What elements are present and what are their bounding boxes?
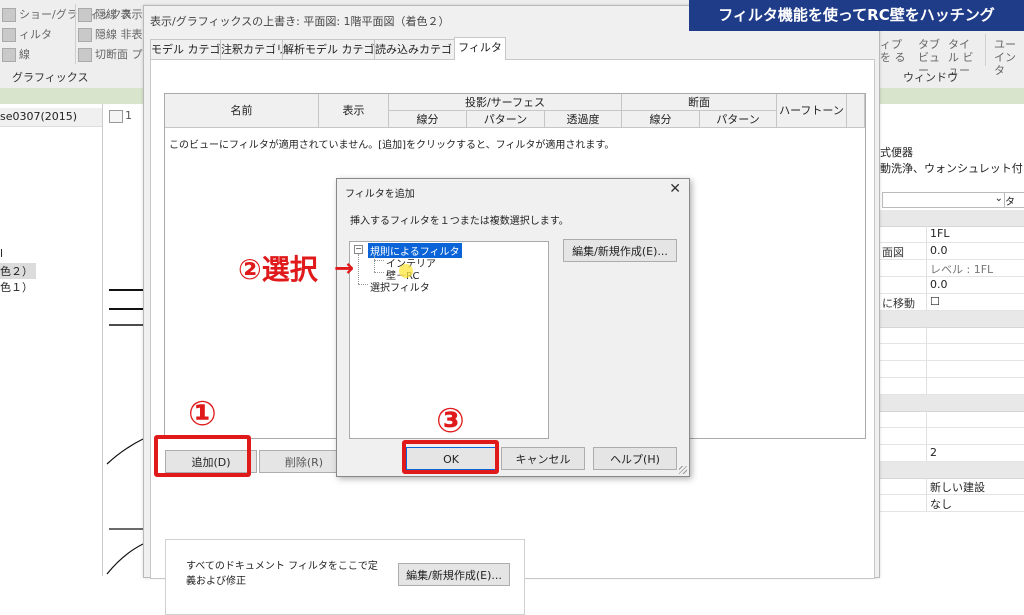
ribbon-item-show-hidden[interactable]: 隠線 表示 (78, 6, 143, 22)
column-visibility[interactable]: 表示 (319, 94, 389, 128)
property-row[interactable]: 1FL (878, 226, 1024, 243)
property-category[interactable] (878, 311, 1024, 328)
tab-model-categories[interactable]: モデル カテゴリ (150, 39, 232, 59)
empty-grid-message: このビューにフィルタが適用されていません。[追加]をクリックすると、フィルタが適… (169, 140, 615, 151)
browser-row[interactable]: l (0, 247, 3, 260)
column-transparency[interactable]: 透過度 (545, 111, 622, 128)
resize-grip-icon[interactable] (679, 466, 687, 474)
browser-row[interactable]: 色１） (0, 279, 33, 295)
project-browser: se0307(2015) l 色２） 色１） (0, 104, 103, 576)
tree-item-selection-filters[interactable]: 選択フィルタ (370, 279, 430, 294)
tab-annotation-categories[interactable]: 注釈カテゴリ (220, 39, 287, 59)
ribbon-group-window: ウィンドウ (903, 71, 958, 84)
ribbon-item-switch-window[interactable]: ィプを る (880, 38, 910, 64)
checkbox[interactable]: ☐ (930, 295, 940, 308)
ribbon-item-remove-hidden[interactable]: 隠線 非表 (78, 26, 143, 42)
arrow-right-icon: → (334, 254, 355, 282)
tree-connector (374, 260, 384, 261)
collapse-icon[interactable]: − (354, 245, 363, 254)
property-row[interactable]: 2 (878, 445, 1024, 462)
cut-profile-icon (78, 48, 92, 62)
ribbon-separator (75, 4, 76, 64)
ribbon-separator (985, 34, 986, 66)
edit-type-button[interactable]: タ (1004, 192, 1024, 208)
step-3-label: ③ (436, 401, 465, 441)
property-category[interactable] (878, 395, 1024, 412)
close-icon[interactable]: ✕ (669, 181, 681, 197)
document-filters-box: すべてのドキュメント フィルタをここで定義および修正 編集/新規作成(E)... (165, 539, 525, 615)
property-row[interactable] (878, 361, 1024, 378)
line-icon (2, 48, 16, 62)
tree-connector (358, 254, 359, 284)
property-category[interactable] (878, 210, 1024, 227)
add-filter-prompt: 挿入するフィルタを１つまたは複数選択します。 (350, 216, 569, 227)
tree-connector (374, 272, 384, 273)
column-name[interactable]: 名前 (165, 94, 319, 128)
column-projection-patterns[interactable]: パターン (467, 111, 545, 128)
ribbon-item-cut-profile[interactable]: 切断面 プ (78, 46, 143, 62)
document-filters-text: すべてのドキュメント フィルタをここで定義および修正 (186, 561, 378, 587)
show-hidden-lines-icon (78, 8, 92, 22)
tutorial-banner: フィルタ機能を使ってRC壁をハッチング (689, 0, 1024, 31)
type-selector[interactable]: ⌄ (882, 192, 1024, 208)
column-projection-lines[interactable]: 線分 (389, 111, 467, 128)
ribbon-group-graphics: グラフィックス (12, 71, 89, 84)
column-cut-patterns[interactable]: パターン (700, 111, 777, 128)
project-browser-header: se0307(2015) (0, 108, 102, 127)
tab-filters[interactable]: フィルタ (454, 37, 506, 60)
step-1-label: ① (188, 394, 217, 434)
property-row[interactable] (878, 411, 1024, 428)
cancel-button[interactable]: キャンセル (501, 447, 585, 470)
column-cut[interactable]: 断面 (622, 94, 777, 111)
ribbon-item-filter[interactable]: ィルタ (2, 26, 52, 42)
edit-new-filters-button[interactable]: 編集/新規作成(E)... (398, 563, 510, 586)
property-row[interactable]: に移動 ☐ (878, 294, 1024, 311)
dialog-title: 表示/グラフィックスの上書き: 平面図: 1階平面図（着色２） (150, 15, 450, 28)
property-row[interactable]: レベル : 1FL (878, 260, 1024, 277)
property-row[interactable] (878, 327, 1024, 344)
property-row[interactable] (878, 428, 1024, 445)
property-row[interactable]: 0.0 (878, 277, 1024, 294)
property-row[interactable]: なし (878, 495, 1024, 512)
property-row[interactable] (878, 378, 1024, 395)
highlight-add-button (154, 435, 251, 477)
tree-connector (358, 284, 368, 285)
tab-analytical-model-categories[interactable]: 解析モデル カテゴリ (282, 39, 386, 59)
property-category[interactable] (878, 462, 1024, 479)
ribbon-item-user-interface[interactable]: ユー インタ (994, 38, 1024, 77)
tree-connector (374, 256, 375, 272)
add-filter-dialog: フィルタを追加 ✕ 挿入するフィルタを１つまたは複数選択します。 − 規則による… (336, 178, 690, 477)
column-projection-surface[interactable]: 投影/サーフェス (389, 94, 622, 111)
highlight-ok-button (402, 440, 499, 474)
type-name: 式便器 (880, 146, 913, 159)
filter-icon (2, 28, 16, 42)
graphics-icon (2, 8, 16, 22)
help-button[interactable]: ヘルプ(H) (593, 447, 677, 470)
edit-new-button[interactable]: 編集/新規作成(E)... (563, 239, 677, 262)
column-halftone[interactable]: ハーフトーン (777, 94, 847, 128)
ribbon-item-line[interactable]: 線 (2, 46, 30, 62)
view-canvas[interactable]: 1 (103, 104, 143, 576)
chevron-down-icon: ⌄ (994, 193, 1003, 204)
property-row[interactable]: 新しい建設 (878, 478, 1024, 495)
tab-imported-categories[interactable]: 読み込みカテゴリ (374, 39, 463, 59)
column-cut-lines[interactable]: 線分 (622, 111, 700, 128)
type-description: 動洗浄、ウォンシュレット付 (880, 162, 1023, 175)
step-2-label: ②選択 (238, 253, 318, 286)
column-filler (847, 94, 865, 128)
cursor-highlight (399, 264, 413, 278)
remove-hidden-lines-icon (78, 28, 92, 42)
browser-row-selected[interactable]: 色２） (0, 263, 36, 279)
property-row[interactable]: 面図 0.0 (878, 243, 1024, 260)
drawing-lines (106, 289, 143, 575)
properties-palette: 式便器 動洗浄、ウォンシュレット付 ⌄ タ 1FL 面図 0.0 レベル : 1F… (878, 104, 1024, 576)
property-row[interactable] (878, 344, 1024, 361)
add-filter-dialog-title: フィルタを追加 (345, 189, 415, 200)
